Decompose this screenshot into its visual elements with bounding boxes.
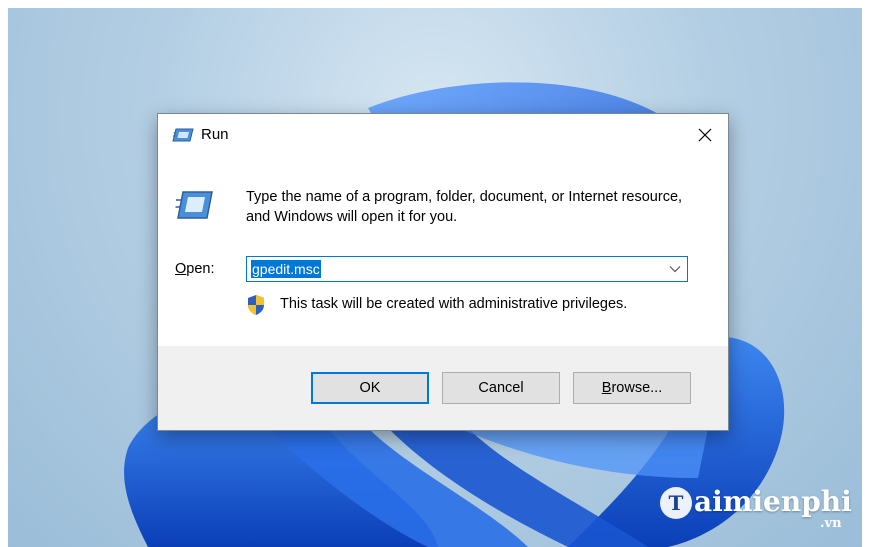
title-bar: Run bbox=[158, 114, 728, 156]
uac-shield-icon bbox=[248, 295, 264, 315]
run-app-icon bbox=[172, 128, 194, 142]
browse-accelerator: B bbox=[601, 380, 612, 396]
button-bar: OK Cancel Browse... bbox=[158, 346, 728, 430]
cancel-button[interactable]: Cancel bbox=[442, 372, 560, 404]
close-button[interactable] bbox=[682, 114, 728, 156]
open-label-accelerator: O bbox=[175, 261, 187, 277]
taimienphi-logo: T bbox=[660, 487, 692, 519]
dropdown-button[interactable] bbox=[663, 257, 687, 281]
window-title: Run bbox=[201, 126, 229, 143]
run-app-icon bbox=[175, 191, 213, 219]
open-input-value[interactable]: gpedit.msc bbox=[251, 260, 321, 278]
desktop: Run Type the name of a program, folder, … bbox=[0, 0, 870, 547]
watermark-suffix: .vn bbox=[820, 516, 842, 531]
dialog-body: Type the name of a program, folder, docu… bbox=[158, 156, 728, 346]
ok-button[interactable]: OK bbox=[311, 372, 429, 404]
open-label-text: pen: bbox=[186, 261, 215, 277]
dialog-description: Type the name of a program, folder, docu… bbox=[246, 189, 683, 225]
browse-label-text: rowse... bbox=[611, 380, 663, 396]
chevron-down-icon bbox=[669, 266, 681, 273]
watermark-brand: aimienphi bbox=[694, 485, 852, 518]
browse-button[interactable]: Browse... bbox=[573, 372, 691, 404]
open-combobox[interactable]: gpedit.msc bbox=[246, 256, 688, 282]
watermark-logo-letter: T bbox=[669, 491, 684, 515]
open-label: Open: bbox=[175, 261, 215, 277]
run-dialog: Run Type the name of a program, folder, … bbox=[157, 113, 729, 431]
admin-privileges-notice: This task will be created with administr… bbox=[280, 296, 628, 312]
close-icon bbox=[698, 128, 712, 142]
